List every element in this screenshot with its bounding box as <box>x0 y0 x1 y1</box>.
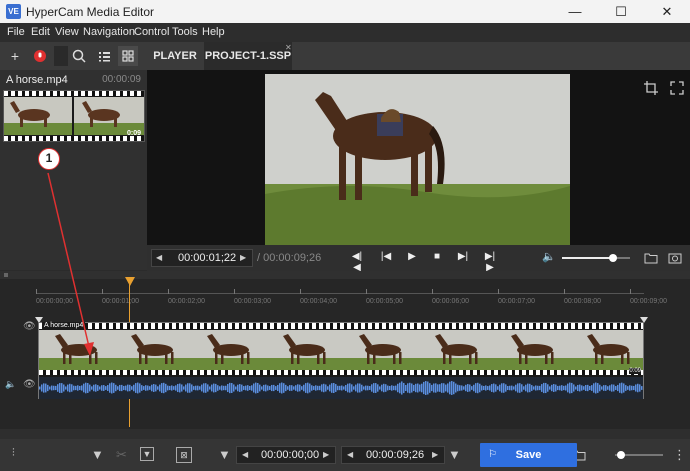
minimize-button[interactable]: — <box>552 0 598 23</box>
next-frame-icon[interactable]: ▶| <box>456 251 470 262</box>
ruler-tick <box>630 289 631 294</box>
list-view-icon[interactable] <box>94 46 114 66</box>
ruler-label: 00:00:07;00 <box>498 298 535 305</box>
timeline-ruler[interactable] <box>36 293 644 294</box>
mark-in-next-icon[interactable]: ▶ <box>323 447 329 463</box>
title-bar: VE HyperCam Media Editor — ☐ ✕ <box>0 0 690 23</box>
mark-in-field[interactable]: ◀ 00:00:00;00 ▶ <box>236 446 336 464</box>
ruler-tick <box>498 289 499 294</box>
skip-to-end-icon[interactable]: ▶|▶ <box>483 251 497 273</box>
mark-in-prev-icon[interactable]: ◀ <box>242 447 248 463</box>
tab-bar: PLAYER PROJECT-1.SSP ✕ <box>147 42 690 70</box>
skip-to-start-icon[interactable]: ◀|◀ <box>350 251 364 273</box>
ruler-label: 00:00:08;00 <box>564 298 601 305</box>
clip-title: A horse.mp4 <box>6 74 68 86</box>
ruler-tick <box>432 289 433 294</box>
ruler-label: 00:00:02;00 <box>168 298 205 305</box>
split-icon[interactable]: ▼ <box>140 447 154 461</box>
save-flag-icon: ⚐ <box>488 449 497 460</box>
folder-icon[interactable] <box>643 250 659 266</box>
next-frame-arrow-icon[interactable]: ▶ <box>240 250 246 266</box>
tab-project[interactable]: PROJECT-1.SSP <box>204 42 292 70</box>
crop-icon[interactable] <box>641 78 661 98</box>
track-filmstrip-image <box>39 330 643 370</box>
current-time-field[interactable]: ◀ 00:00:01;22 ▶ <box>151 249 253 267</box>
mark-in-time: 00:00:00;00 <box>261 449 320 461</box>
filter-icon[interactable]: ▼ <box>91 447 104 462</box>
timeline-scrollbar[interactable] <box>0 429 690 439</box>
menu-control[interactable]: Control <box>134 26 169 38</box>
ruler-label: 00:00:04;00 <box>300 298 337 305</box>
menu-help[interactable]: Help <box>202 26 225 38</box>
add-media-icon[interactable]: + <box>5 46 25 66</box>
timeline-panel: 00:00:00;00 00:00:01;00 00:00:02;00 00:00:0… <box>0 148 690 439</box>
ruler-tick <box>564 289 565 294</box>
mark-out-field[interactable]: ◀ 00:00:09;26 ▶ <box>341 446 445 464</box>
ruler-label: 00:00:05;00 <box>366 298 403 305</box>
video-preview[interactable] <box>265 74 570 245</box>
tab-close-icon[interactable]: ✕ <box>285 43 292 52</box>
menu-tools[interactable]: Tools <box>172 26 198 38</box>
delete-segment-icon[interactable]: ⊠ <box>176 447 192 463</box>
stop-icon[interactable]: ■ <box>430 251 444 262</box>
menu-bar: File Edit View Navigation Control Tools … <box>0 23 690 42</box>
menu-view[interactable]: View <box>55 26 79 38</box>
bottom-toolbar: ⫶ ▼ ✂ ▼ ⊠ ▼ ◀ 00:00:00;00 ▶ ◀ 00:00:09;2… <box>0 439 690 471</box>
menu-edit[interactable]: Edit <box>31 26 50 38</box>
play-icon[interactable]: ▶ <box>405 251 419 262</box>
mark-out-next-icon[interactable]: ▶ <box>432 447 438 463</box>
grid-view-icon[interactable] <box>118 46 138 66</box>
ruler-tick <box>234 289 235 294</box>
cut-icon[interactable]: ✂ <box>116 447 127 463</box>
thumbnail-duration: 0:09 <box>126 130 141 137</box>
tab-player[interactable]: PLAYER <box>147 42 203 70</box>
current-time: 00:00:01;22 <box>178 252 237 264</box>
annotation-number: 1 <box>38 148 60 170</box>
audio-waveform <box>39 377 643 399</box>
search-icon[interactable] <box>69 46 89 66</box>
set-out-icon[interactable]: ▼ <box>448 447 461 462</box>
record-icon[interactable] <box>30 46 50 66</box>
track-clip-duration: 0:09 <box>629 368 641 374</box>
window-title: HyperCam Media Editor <box>26 5 155 19</box>
ruler-label: 00:00:09;00 <box>630 298 667 305</box>
media-toolbar: + <box>0 42 147 70</box>
snapshot-icon[interactable] <box>667 250 683 266</box>
annotation-arrow <box>47 172 94 356</box>
more-options-icon[interactable]: ⋮ <box>673 447 686 463</box>
ruler-label: 00:00:03;00 <box>234 298 271 305</box>
video-player <box>147 70 690 245</box>
audio-track-visibility-icon[interactable]: 👁 <box>23 379 36 390</box>
timeline-clip[interactable]: A horse.mp4 0:09 <box>38 322 644 399</box>
save-label: Save <box>515 449 542 461</box>
maximize-button[interactable]: ☐ <box>598 0 644 23</box>
player-controls: ◀ 00:00:01;22 ▶ / 00:00:09;26 ◀|◀ |◀ ▶ ■… <box>147 245 690 273</box>
mark-out-time: 00:00:09;26 <box>366 449 425 461</box>
clip-duration: 00:00:09 <box>102 74 141 85</box>
ruler-label: 00:00:06;00 <box>432 298 469 305</box>
mark-out-prev-icon[interactable]: ◀ <box>347 447 353 463</box>
ruler-tick <box>168 289 169 294</box>
playhead-handle[interactable] <box>125 277 135 286</box>
audio-track-volume-icon[interactable]: 🔈 <box>5 379 16 390</box>
close-button[interactable]: ✕ <box>644 0 690 23</box>
audio-settings-icon[interactable]: ⫶ <box>12 447 15 460</box>
save-button[interactable]: ⚐ Save <box>480 443 577 467</box>
app-logo-icon: VE <box>6 4 21 19</box>
media-thumbnail[interactable]: 0:09 <box>3 90 145 142</box>
fullscreen-icon[interactable] <box>667 78 687 98</box>
volume-slider[interactable] <box>562 254 630 262</box>
menu-navigation[interactable]: Navigation <box>83 26 135 38</box>
ruler-tick <box>300 289 301 294</box>
thumbnail-frames-image <box>4 97 144 135</box>
horse-video-frame <box>265 74 570 245</box>
zoom-slider[interactable] <box>615 451 663 459</box>
ruler-tick <box>366 289 367 294</box>
set-in-icon[interactable]: ▼ <box>218 447 231 462</box>
prev-frame-arrow-icon[interactable]: ◀ <box>156 250 162 266</box>
previous-frame-icon[interactable]: |◀ <box>379 251 393 262</box>
menu-file[interactable]: File <box>7 26 25 38</box>
total-time: / 00:00:09;26 <box>257 252 322 264</box>
volume-icon[interactable]: 🔈 <box>542 250 556 263</box>
